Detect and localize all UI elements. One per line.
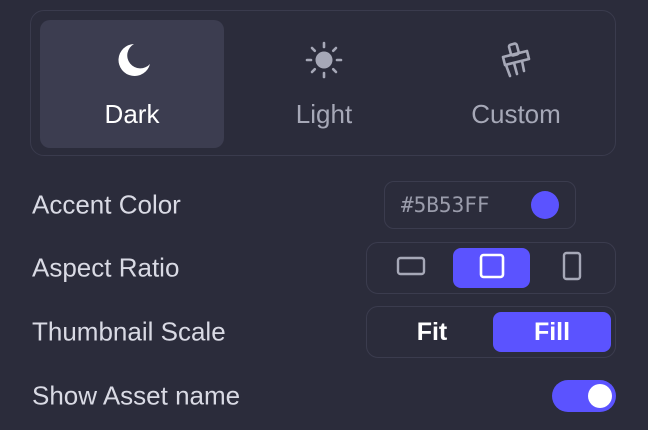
fit-label: Fit [416,317,448,346]
moon-icon [112,40,152,80]
show-asset-name-toggle[interactable] [552,380,616,412]
accent-color-hex: #5B53FF [401,193,490,217]
thumbnail-scale-fill-button[interactable]: Fill [493,312,611,352]
accent-color-row: Accent Color #5B53FF [32,181,616,229]
paint-brush-icon [496,40,536,80]
aspect-ratio-portrait-button[interactable] [534,248,610,288]
theme-option-light[interactable]: Light [232,20,416,148]
show-asset-name-label: Show Asset name [32,380,241,411]
fill-label: Fill [533,317,571,346]
theme-option-dark[interactable]: Dark [40,20,224,148]
aspect-ratio-landscape-button[interactable] [373,248,449,288]
show-asset-name-row: Show Asset name [32,372,616,420]
thumbnail-scale-row: Thumbnail Scale Fit Fill [32,306,616,358]
thumbnail-scale-selector: Fit Fill [366,306,616,358]
toggle-knob [588,384,612,408]
thumbnail-scale-fit-button[interactable]: Fit [373,312,491,352]
portrait-icon [561,251,583,286]
theme-selector: Dark Light Custom [30,10,616,156]
theme-option-custom[interactable]: Custom [424,20,608,148]
aspect-ratio-row: Aspect Ratio [32,242,616,294]
square-icon [478,252,506,285]
aspect-ratio-selector [366,242,616,294]
accent-color-input[interactable]: #5B53FF [384,181,576,229]
aspect-ratio-square-button[interactable] [453,248,530,288]
theme-option-label: Dark [104,99,160,129]
accent-color-swatch[interactable] [531,191,559,219]
thumbnail-scale-label: Thumbnail Scale [32,316,226,347]
theme-option-label: Custom [471,99,561,129]
aspect-ratio-label: Aspect Ratio [32,252,180,283]
sun-icon [304,40,344,80]
accent-color-label: Accent Color [32,189,181,220]
landscape-icon [396,255,426,282]
theme-option-label: Light [295,99,353,129]
